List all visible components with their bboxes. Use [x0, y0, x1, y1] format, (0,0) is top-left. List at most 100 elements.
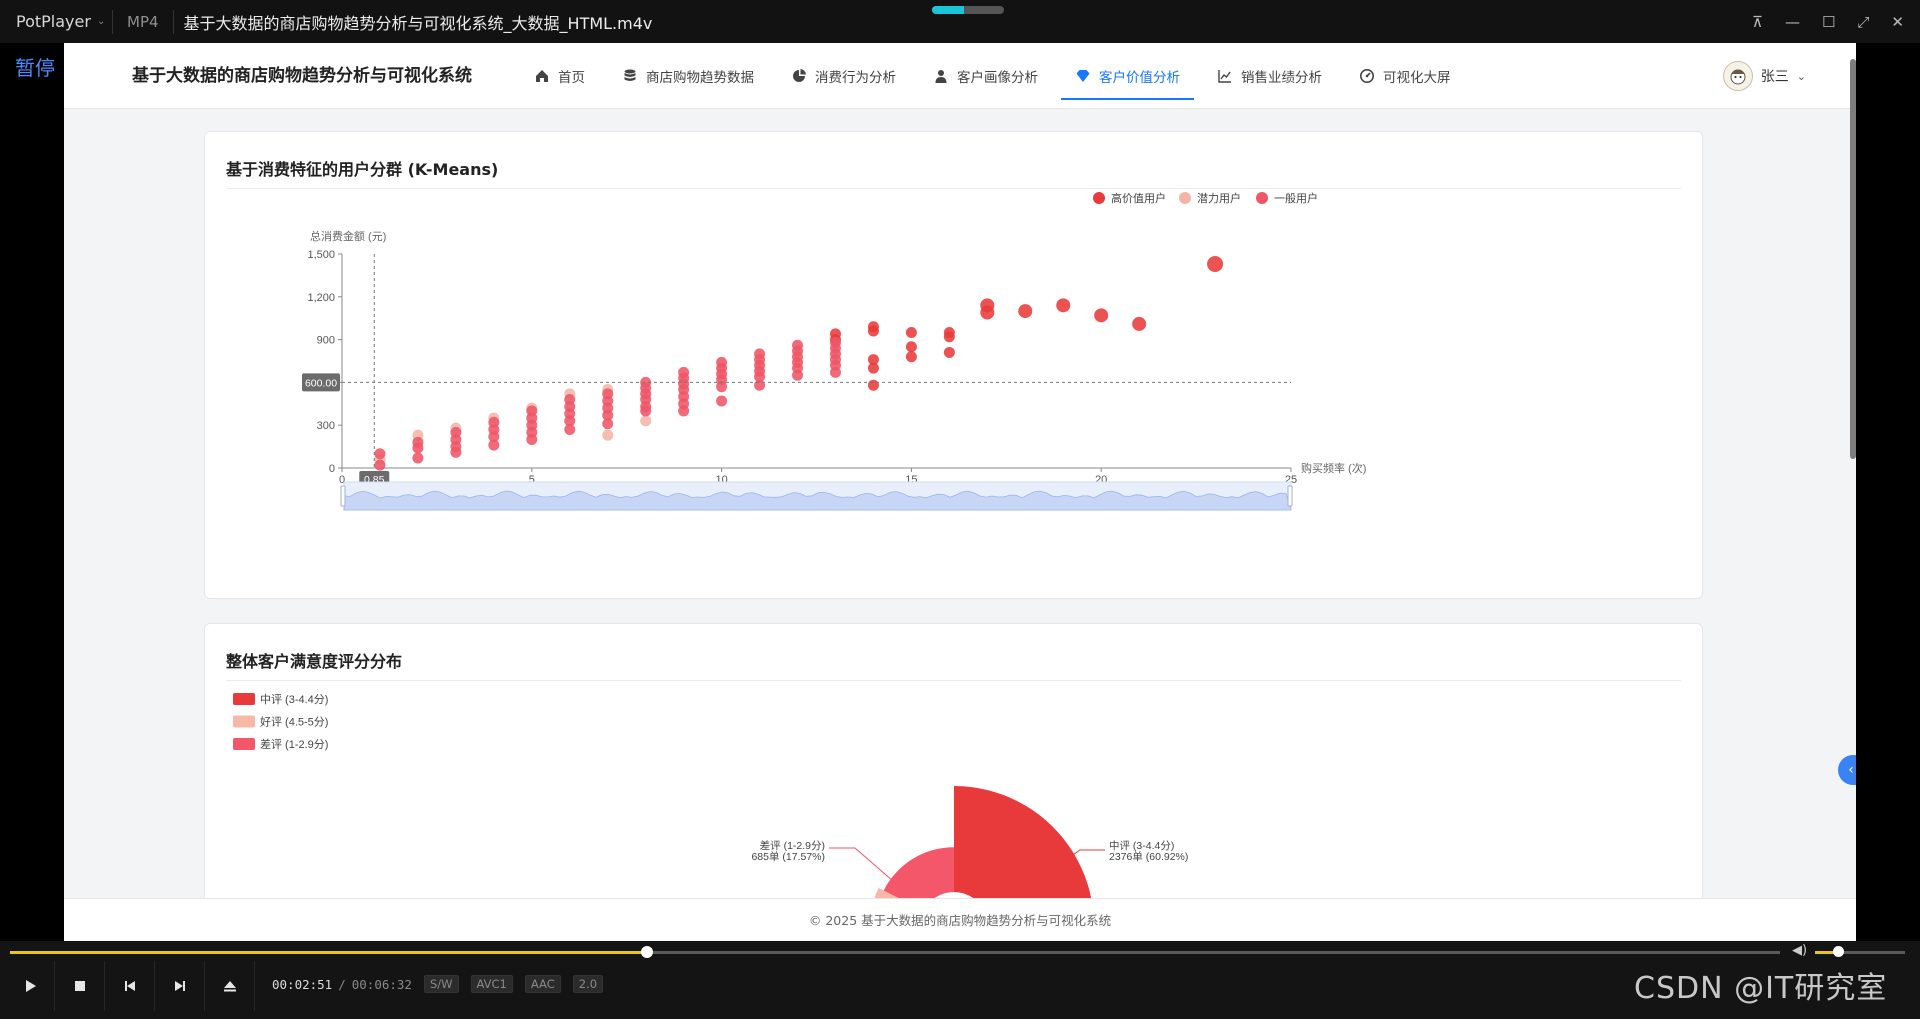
volume-slider[interactable] [1815, 946, 1905, 957]
window-drag-indicator[interactable] [932, 6, 1004, 14]
nav-item-label: 销售业绩分析 [1241, 70, 1322, 86]
data-zoom-slider[interactable] [340, 481, 1293, 511]
kmeans-scatter-chart[interactable]: 总消费金额 (元)购买频率 (次)03006009001,2001,500051… [205, 132, 1704, 600]
video-letterbox-right [1856, 43, 1920, 941]
legend-swatch [233, 738, 255, 750]
scatter-point [1018, 304, 1033, 319]
satisfaction-card: 整体客户满意度评分分布 中评 (3-4.4分) 好评 (4.5-5分) 差评 (1-… [204, 623, 1703, 941]
segmentation-card: 基于消费特征的用户分群 (K-Means) 总消费金额 (元) 购买频率 (次) 0… [204, 131, 1703, 599]
scatter-point [602, 418, 614, 430]
skip-back-icon [124, 981, 135, 991]
scatter-point [1056, 298, 1071, 313]
scatter-point [754, 379, 766, 391]
nav-item-2[interactable]: 消费行为分析 [777, 43, 910, 109]
y-tick-label: 1,500 [307, 249, 335, 261]
video-frame-webpage: 基于大数据的商店购物趋势分析与可视化系统 首页 商店购物趋势数据 消费行为分析 客户画… [64, 43, 1856, 941]
format-label: MP4 [127, 12, 159, 31]
video-codec-badge[interactable]: AVC1 [470, 975, 513, 993]
slice-label-value: 685单 (17.57%) [751, 851, 825, 863]
previous-button[interactable] [105, 961, 155, 1011]
scatter-point [564, 423, 576, 435]
skip-forward-icon [174, 981, 185, 991]
user-icon [935, 70, 947, 83]
y-tick-label: 0 [329, 463, 335, 475]
page-footer: © 2025 基于大数据的商店购物趋势分析与可视化系统 [64, 898, 1856, 941]
player-control-bar: ◀) 00:02:51 / 00:06:32 S/W AVC1 AAC 2.0 [0, 941, 1920, 1019]
chevron-down-icon: ⌄ [96, 16, 106, 27]
diamond-icon [1076, 70, 1090, 82]
seek-handle[interactable] [641, 946, 654, 958]
scatter-point [867, 379, 879, 391]
legend-marker [1093, 192, 1105, 204]
nav-item-4[interactable]: 客户价值分析 [1061, 43, 1194, 109]
pin-icon[interactable]: ⊼ [1752, 13, 1763, 31]
nav-item-label: 客户价值分析 [1099, 70, 1180, 86]
scatter-point [1207, 255, 1224, 272]
scatter-point [905, 351, 917, 363]
user-menu[interactable]: 张三 ⌄ [1722, 43, 1806, 109]
zoom-handle-right [1287, 485, 1293, 507]
page-scrollbar[interactable] [1850, 43, 1856, 941]
nav-item-1[interactable]: 商店购物趋势数据 [608, 43, 768, 109]
scatter-point [943, 346, 955, 358]
minimize-button[interactable]: — [1785, 13, 1800, 31]
time-total: 00:06:32 [351, 976, 412, 992]
nav-item-label: 消费行为分析 [815, 70, 896, 86]
audio-codec-badge[interactable]: AAC [524, 975, 561, 993]
line-chart-icon [1218, 70, 1231, 83]
legend-marker [1179, 192, 1191, 204]
scatter-point [678, 405, 690, 417]
scatter-point [905, 341, 917, 353]
y-tick-label: 300 [317, 420, 335, 432]
scatter-point [716, 395, 728, 407]
player-title-bar: PotPlayer ⌄ MP4 基于大数据的商店购物趋势分析与可视化系统_大数据… [0, 0, 1920, 43]
nav-item-label: 客户画像分析 [957, 70, 1038, 86]
scatter-point [980, 305, 995, 320]
legend-marker [1256, 192, 1268, 204]
volume-icon[interactable]: ◀) [1792, 943, 1807, 958]
audio-channels-badge[interactable]: 2.0 [572, 975, 604, 993]
home-icon [536, 70, 548, 82]
database-icon [624, 69, 636, 81]
nav-item-label: 首页 [558, 70, 585, 86]
time-current: 00:02:51 [272, 976, 333, 992]
maximize-button[interactable]: ☐ [1822, 13, 1835, 31]
volume-handle[interactable] [1832, 946, 1844, 957]
zoom-handle-left [340, 485, 346, 507]
nav-item-label: 可视化大屏 [1383, 70, 1451, 86]
seek-bar[interactable] [10, 946, 1780, 958]
footer-text: © 2025 基于大数据的商店购物趋势分析与可视化系统 [808, 913, 1112, 928]
nav-item-3[interactable]: 客户画像分析 [919, 43, 1052, 109]
legend-label: 潜力用户 [1197, 191, 1241, 205]
time-info: 00:02:51 / 00:06:32 S/W AVC1 AAC 2.0 [272, 975, 604, 993]
satisfaction-pie-chart[interactable]: 中评 (3-4.4分)好评 (4.5-5分)差评 (1-2.9分)差评 (1-2… [205, 624, 1704, 941]
close-button[interactable]: ✕ [1891, 13, 1904, 31]
nav-item-6[interactable]: 可视化大屏 [1345, 43, 1465, 109]
nav-item-0[interactable]: 首页 [520, 43, 599, 109]
chevron-left-icon: ‹ [1848, 762, 1854, 778]
sidebar-toggle-button[interactable]: ‹ [1838, 755, 1856, 785]
player-menu-button[interactable]: PotPlayer ⌄ [0, 12, 112, 31]
play-button[interactable] [5, 961, 55, 1011]
user-name: 张三 [1760, 69, 1789, 85]
stop-button[interactable] [55, 961, 105, 1011]
slice-label-value: 2376单 (60.92%) [1109, 851, 1188, 863]
y-axis-title: 总消费金额 (元) [310, 229, 386, 243]
nav-item-5[interactable]: 销售业绩分析 [1203, 43, 1336, 109]
open-file-button[interactable] [205, 961, 255, 1011]
decoder-badge[interactable]: S/W [423, 975, 459, 993]
y-tick-label: 1,200 [307, 292, 335, 304]
y-tick-label: 900 [317, 335, 335, 347]
legend-label: 高价值用户 [1111, 191, 1166, 205]
scatter-point [943, 331, 955, 343]
legend-label: 差评 (1-2.9分) [260, 737, 328, 751]
pause-osd-label: 暂停 [15, 56, 55, 80]
fullscreen-button[interactable]: ⤢ [1857, 13, 1869, 31]
stop-icon [74, 981, 85, 991]
watermark-text: CSDN @IT研究室 [1634, 971, 1888, 1006]
next-button[interactable] [155, 961, 205, 1011]
nav-item-label: 商店购物趋势数据 [646, 70, 754, 86]
legend-swatch [233, 693, 255, 705]
scatter-point [829, 366, 841, 378]
scatter-point [602, 429, 614, 441]
